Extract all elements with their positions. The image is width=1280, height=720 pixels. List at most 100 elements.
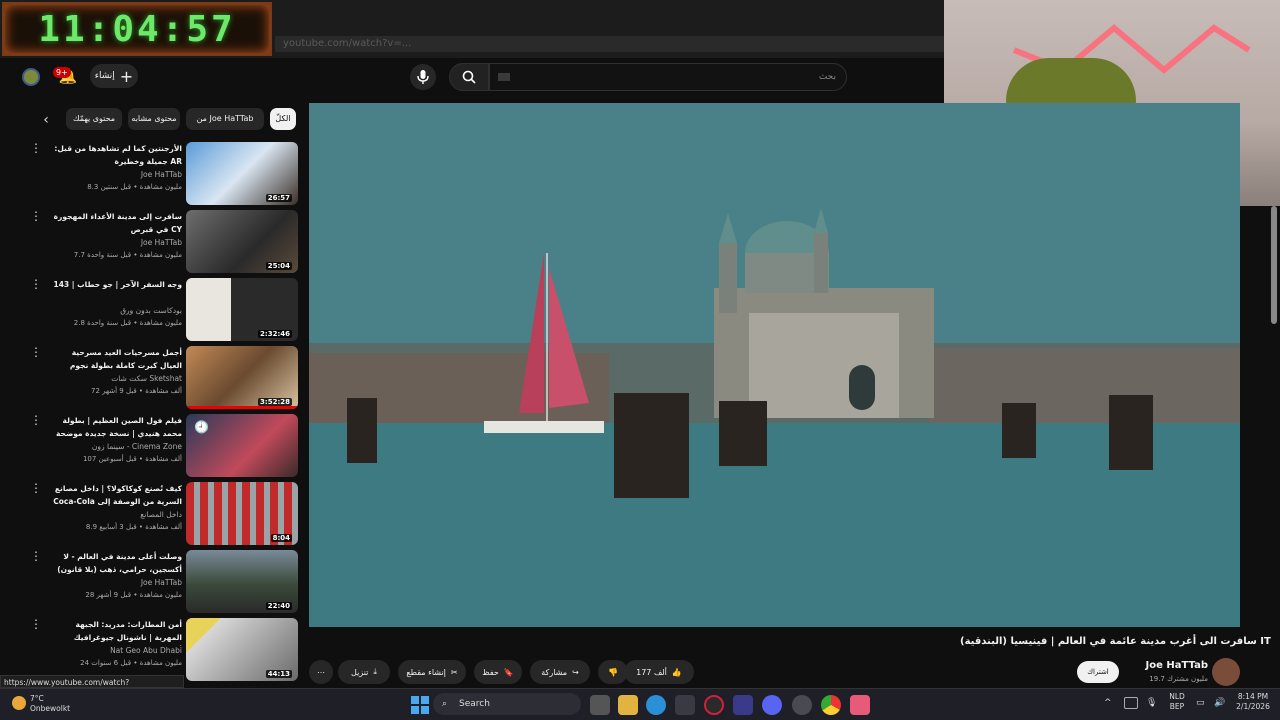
channel-name[interactable]: سكت شات Sketshat (48, 374, 182, 383)
like-button[interactable]: 177 ألف 👍 (624, 660, 694, 684)
clock-tray[interactable]: 8:14 PM 2/1/2026 (1228, 692, 1278, 712)
video-title[interactable]: الأرجنتين كما لم تشاهدها من قبل: جميلة و… (48, 142, 182, 168)
list-item[interactable]: ⋮ فيلم فول الصين العظيم | بطولة محمد هني… (28, 414, 300, 478)
chrome-icon[interactable] (821, 695, 841, 715)
channel-name[interactable]: Joe HaTTab (48, 170, 182, 179)
volume-icon[interactable]: 🔊 (1214, 698, 1225, 708)
list-item[interactable]: ⋮ وجه السفر الآخر | جو حطاب | 143 بودكاس… (28, 278, 300, 342)
duration-badge: 22:40 (265, 602, 292, 610)
chip-for-you[interactable]: محتوى يهمّك (66, 108, 122, 130)
app-icon[interactable] (733, 695, 753, 715)
video-title[interactable]: وجه السفر الآخر | جو حطاب | 143 (48, 278, 182, 291)
status-bar-url: https://www.youtube.com/watch?v=14H2ff5e… (0, 675, 184, 700)
list-item[interactable]: ⋮ الأرجنتين كما لم تشاهدها من قبل: جميلة… (28, 142, 300, 206)
thumbs-up-icon: 👍 (671, 667, 682, 677)
list-item[interactable]: ⋮ كيف تُصنع كوكاكولا؟ | داخل مصانع Coca-… (28, 482, 300, 546)
tray-app-icon[interactable] (1124, 697, 1138, 709)
watch-later-icon[interactable]: 🕘 (192, 420, 211, 434)
windows-start-icon[interactable] (410, 695, 430, 715)
list-item[interactable]: ⋮ وصلت أعلى مدينة في العالم - لا أكسجين،… (28, 550, 300, 614)
video-meta: 107 ألف مشاهدة • قبل أسبوعين (82, 455, 182, 463)
duration-badge: 3:52:28 (258, 398, 292, 406)
share-button[interactable]: مشاركة ↪ (530, 660, 590, 684)
voice-search-button[interactable] (410, 64, 436, 90)
clip-label: إنشاء مقطع (406, 667, 446, 677)
taskbar-search[interactable]: ⌕ Search (433, 693, 581, 715)
task-view-icon[interactable] (590, 695, 610, 715)
more-options-icon[interactable]: ⋮ (30, 618, 42, 630)
video-title[interactable]: وصلت أعلى مدينة في العالم - لا أكسجين، ح… (48, 550, 182, 578)
channel-avatar[interactable] (1212, 658, 1240, 686)
video-title[interactable]: كيف تُصنع كوكاكولا؟ | داخل مصانع Coca-Co… (48, 482, 182, 510)
video-thumbnail[interactable]: 25:04 (186, 210, 298, 273)
discord-icon[interactable] (762, 695, 782, 715)
save-label: حفظ (482, 667, 499, 677)
video-title[interactable]: فيلم فول الصين العظيم | بطولة محمد هنيدي… (48, 414, 182, 442)
dislike-button[interactable]: 👎 (598, 660, 628, 684)
search-input[interactable]: بحث (489, 63, 847, 91)
taskbar-search-label: Search (459, 699, 490, 709)
channel-name[interactable]: داخل المصانع (48, 510, 182, 519)
create-button[interactable]: إنشاء + (90, 64, 138, 88)
snipping-tool-icon[interactable] (850, 695, 870, 715)
page-scrollbar[interactable] (1271, 206, 1277, 324)
channel-name[interactable]: بودكاست بدون ورق (48, 306, 182, 315)
video-title[interactable]: سافرت إلى مدينة الأعداء المهجورة في قبرص… (48, 210, 182, 236)
chevron-up-icon[interactable]: ^ (1104, 698, 1112, 708)
chip-related[interactable]: محتوى مشابه (128, 108, 180, 130)
create-label: إنشاء (94, 71, 115, 81)
more-actions-button[interactable]: ⋯ (309, 660, 333, 684)
channel-name[interactable]: Joe HaTTab (48, 238, 182, 247)
tray-time: 8:14 PM (1237, 692, 1269, 701)
file-explorer-icon[interactable] (618, 695, 638, 715)
network-icon[interactable]: ▭ (1196, 698, 1205, 708)
store-icon[interactable] (675, 695, 695, 715)
clip-button[interactable]: إنشاء مقطع ✂ (398, 660, 466, 684)
video-meta: 2.8 مليون مشاهدة • قبل سنة واحدة (73, 319, 182, 327)
opera-icon[interactable] (704, 695, 724, 715)
more-options-icon[interactable]: ⋮ (30, 482, 42, 494)
settings-gear-icon[interactable] (792, 695, 812, 715)
more-options-icon[interactable]: ⋮ (30, 414, 42, 426)
video-meta: 24 مليون مشاهدة • قبل 6 سنوات (80, 659, 182, 667)
more-options-icon[interactable]: ⋮ (30, 210, 42, 222)
microphone-tray-icon[interactable]: 🎙 (1146, 698, 1157, 708)
video-thumbnail[interactable]: 🕘 (186, 414, 298, 477)
list-item[interactable]: ⋮ أمن المطارات: مدريد: الجبهة المهربة | … (28, 618, 300, 682)
video-thumbnail[interactable]: 44:13 (186, 618, 298, 681)
video-player[interactable] (309, 103, 1240, 627)
video-thumbnail[interactable]: 8:04 (186, 482, 298, 545)
list-item[interactable]: ⋮ سافرت إلى مدينة الأعداء المهجورة في قب… (28, 210, 300, 274)
more-options-icon[interactable]: ⋮ (30, 346, 42, 358)
weather-temp: 7°C (30, 694, 44, 703)
video-title[interactable]: أجمل مسرحيات العيد مسرحية العيال كبرت كا… (48, 346, 182, 374)
chip-all[interactable]: الكلّ (270, 108, 296, 130)
weather-widget[interactable]: 7°C Onbewolkt (30, 694, 70, 714)
edge-browser-icon[interactable] (646, 695, 666, 715)
more-options-icon[interactable]: ⋮ (30, 278, 42, 290)
download-button[interactable]: تنزيل ⤓ (338, 660, 390, 684)
search-icon (462, 70, 476, 84)
video-thumbnail[interactable]: 3:52:28 (186, 346, 298, 409)
more-options-icon[interactable]: ⋮ (30, 142, 42, 154)
channel-name[interactable]: Nat Geo Abu Dhabi (48, 646, 182, 655)
save-button[interactable]: حفظ 🔖 (474, 660, 522, 684)
more-options-icon[interactable]: ⋮ (30, 550, 42, 562)
video-thumbnail[interactable]: 22:40 (186, 550, 298, 613)
video-meta: 8.9 ألف مشاهدة • قبل 3 أسابيع (85, 523, 182, 531)
duration-badge: 8:04 (270, 534, 292, 542)
channel-name[interactable]: سينما زون - Cinema Zone (48, 442, 182, 451)
chevron-left-icon[interactable]: ‹ (36, 110, 56, 130)
video-thumbnail[interactable]: 2:32:46 (186, 278, 298, 341)
input-language[interactable]: NLD BEP (1162, 692, 1192, 712)
video-thumbnail[interactable]: 26:57 (186, 142, 298, 205)
search-button[interactable] (449, 63, 489, 91)
subscribe-button[interactable]: اشتراك (1077, 661, 1119, 683)
video-title[interactable]: أمن المطارات: مدريد: الجبهة المهربة | نا… (48, 618, 182, 646)
channel-name[interactable]: Joe HaTTab (48, 578, 182, 587)
account-avatar[interactable] (22, 68, 40, 86)
channel-name-main[interactable]: Joe HaTTab (1120, 660, 1208, 671)
chip-from-channel[interactable]: من Joe HaTTab (186, 108, 264, 130)
list-item[interactable]: ⋮ أجمل مسرحيات العيد مسرحية العيال كبرت … (28, 346, 300, 410)
video-meta: 8.3 مليون مشاهدة • قبل سنتين (87, 183, 182, 191)
